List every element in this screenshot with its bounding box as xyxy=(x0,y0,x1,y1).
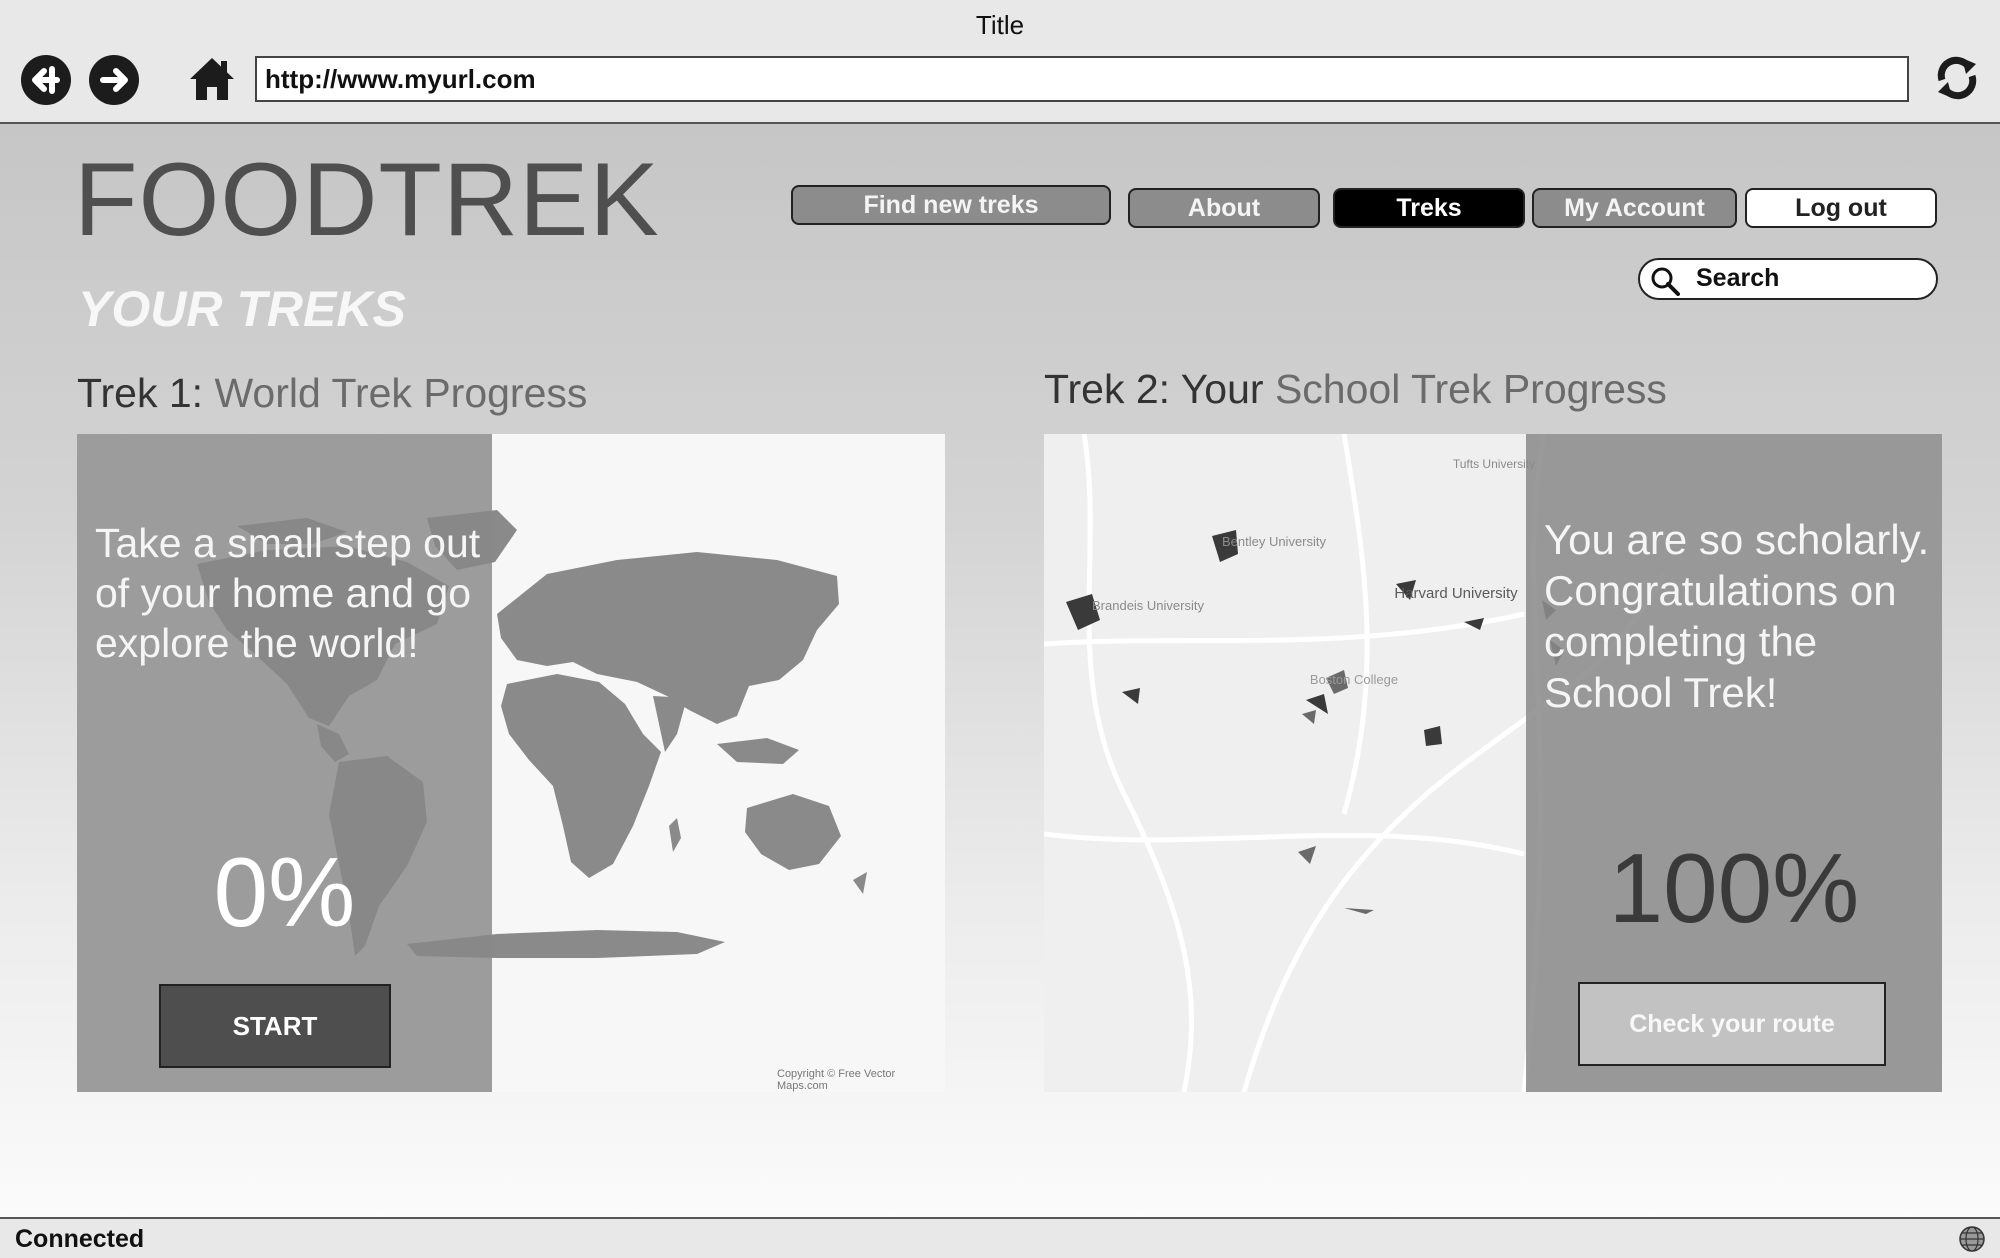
url-field[interactable]: http://www.myurl.com xyxy=(255,56,1909,102)
trek1-overlay: Take a small step out of your home and g… xyxy=(77,434,492,1092)
trek1-heading-name: World Trek Progress xyxy=(214,370,588,416)
nav-log-out[interactable]: Log out xyxy=(1745,188,1937,228)
map-credit: Copyright © Free Vector Maps.com xyxy=(777,1068,896,1092)
nav-about[interactable]: About xyxy=(1128,188,1320,228)
nav-my-account[interactable]: My Account xyxy=(1532,188,1737,228)
arrow-left-icon xyxy=(32,66,60,94)
trek1-message: Take a small step out of your home and g… xyxy=(95,520,481,666)
harvard-label: Harvard University xyxy=(1394,585,1518,602)
trek2-message: You are so scholarly. Congratulations on… xyxy=(1544,516,1930,716)
home-icon xyxy=(190,58,234,100)
refresh-icon xyxy=(1937,56,1977,100)
trek2-overlay: You are so scholarly. Congratulations on… xyxy=(1526,434,1942,1092)
trek2-heading-name: School Trek Progress xyxy=(1274,366,1667,412)
bentley-label: Bentley University xyxy=(1222,534,1327,549)
arrow-right-icon xyxy=(100,68,128,92)
tufts-label: Tufts University xyxy=(1453,457,1535,471)
home-button[interactable] xyxy=(187,54,237,104)
trek1-heading: Trek 1: World Trek Progress xyxy=(77,370,587,417)
status-text: Connected xyxy=(15,1225,145,1253)
nav-treks[interactable]: Treks xyxy=(1333,188,1525,228)
nav-find-new-treks[interactable]: Find new treks xyxy=(791,185,1111,225)
window-title: Title xyxy=(975,10,1025,40)
trek2-progress-value: 100% xyxy=(1608,833,1860,943)
trek1-progress-value: 0% xyxy=(213,837,356,947)
page-title: YOUR TREKS xyxy=(78,281,406,337)
refresh-button[interactable] xyxy=(1932,52,1982,104)
boston-college-label: Boston College xyxy=(1310,672,1398,687)
search-input[interactable]: Search xyxy=(1638,258,1938,300)
site-logo[interactable]: FOODTREK xyxy=(74,148,660,252)
forward-button[interactable] xyxy=(89,55,139,105)
trek2-heading-prefix: Trek 2: Your xyxy=(1044,366,1275,412)
status-bar: Connected xyxy=(0,1217,2000,1258)
back-button[interactable] xyxy=(21,55,71,105)
trek1-card: Take a small step out of your home and g… xyxy=(77,434,945,1092)
check-route-button[interactable]: Check your route xyxy=(1578,982,1886,1066)
search-icon xyxy=(1650,266,1680,296)
trek1-heading-prefix: Trek 1: xyxy=(77,370,215,416)
brandeis-label: Brandeis University xyxy=(1092,598,1204,613)
globe-icon xyxy=(1958,1225,1986,1253)
trek2-heading: Trek 2: Your School Trek Progress xyxy=(1044,366,1667,413)
search-placeholder: Search xyxy=(1696,264,1780,292)
trek2-card: Tufts University Bentley University Bran… xyxy=(1044,434,1942,1092)
start-button[interactable]: START xyxy=(159,984,391,1068)
